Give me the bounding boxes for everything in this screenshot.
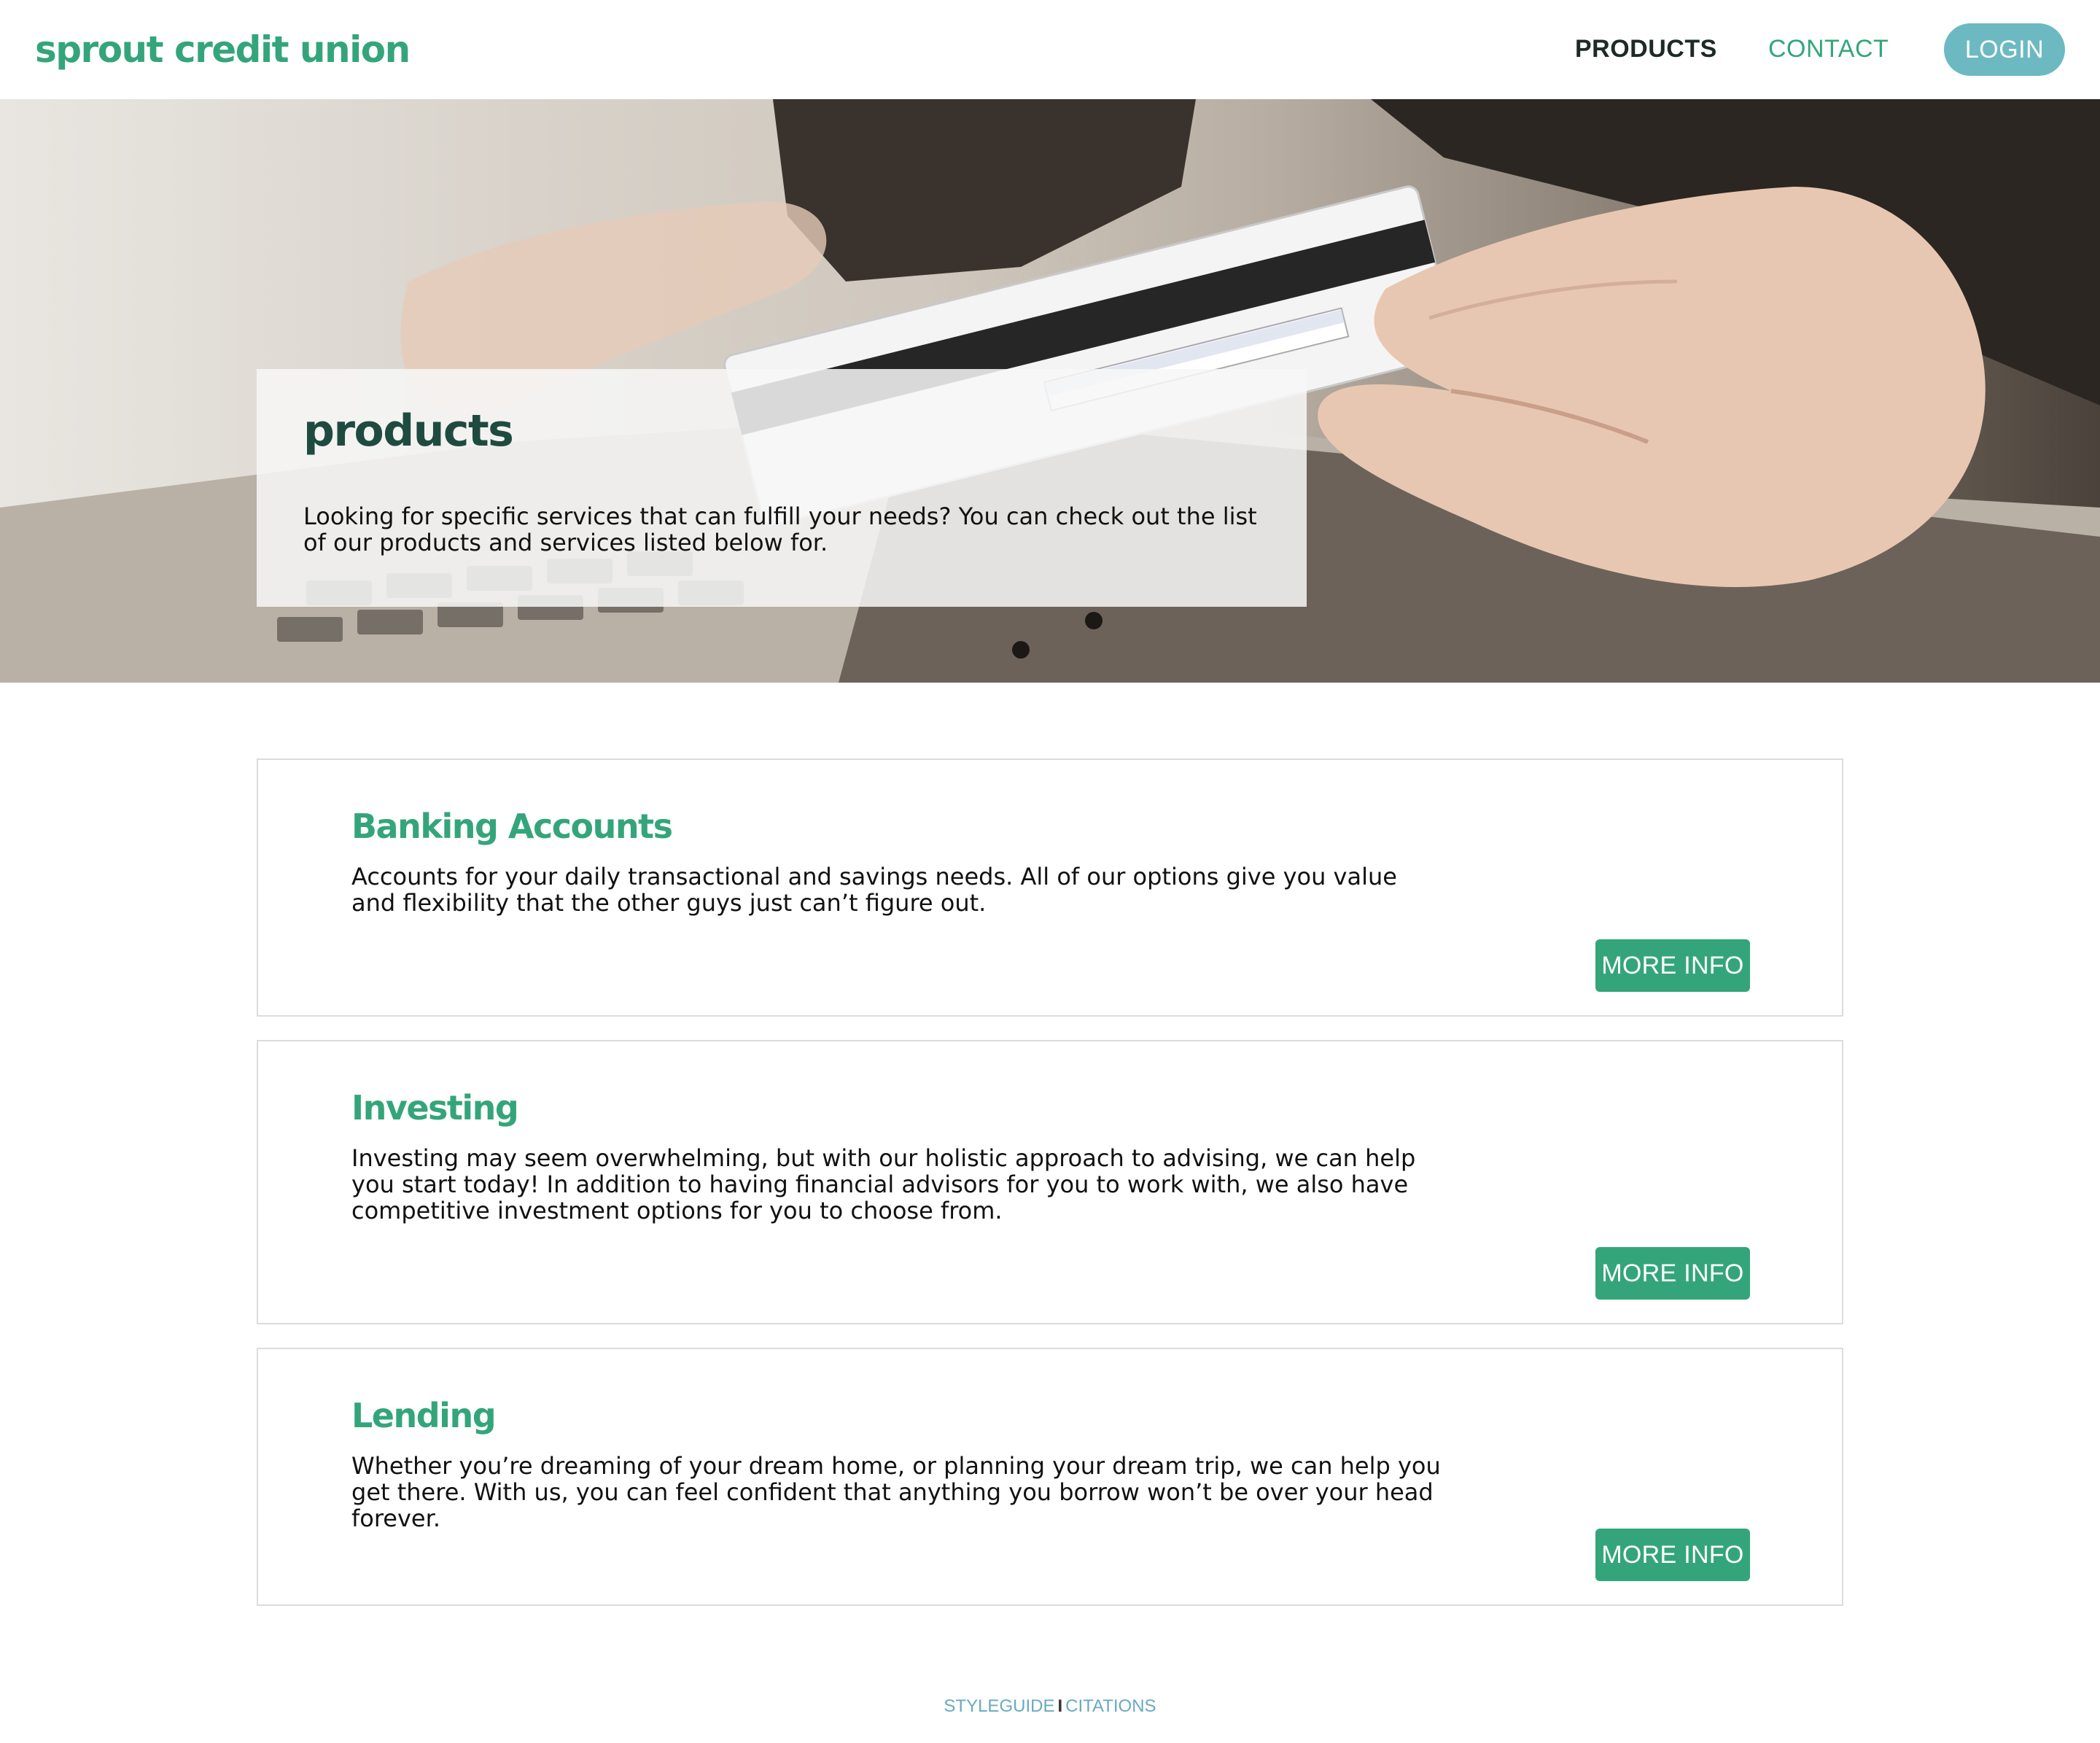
citations-link[interactable]: CITATIONS (1065, 1696, 1156, 1716)
product-title: Investing (351, 1088, 519, 1127)
product-card-investing: Investing Investing may seem overwhelmin… (257, 1040, 1843, 1324)
site-header: sprout credit union PRODUCTS CONTACT LOG… (0, 0, 2100, 99)
footer-separator: I (1057, 1696, 1063, 1716)
product-description: Investing may seem overwhelming, but wit… (351, 1144, 1416, 1224)
more-info-button[interactable]: MORE INFO (1595, 1529, 1750, 1581)
product-description: Whether you’re dreaming of your dream ho… (351, 1452, 1441, 1532)
page-title: products (303, 405, 514, 457)
product-card-banking: Banking Accounts Accounts for your daily… (257, 758, 1843, 1017)
site-footer: STYLEGUIDE I CITATIONS (0, 1692, 2100, 1721)
login-button[interactable]: LOGIN (1944, 23, 2065, 76)
hero-banner: products Looking for specific services t… (0, 99, 2100, 683)
nav-products-link[interactable]: PRODUCTS (1575, 29, 1717, 69)
product-card-lending: Lending Whether you’re dreaming of your … (257, 1348, 1843, 1606)
styleguide-link[interactable]: STYLEGUIDE (944, 1696, 1054, 1716)
hero-description: Looking for specific services that can f… (303, 502, 1257, 556)
product-description: Accounts for your daily transactional an… (351, 863, 1397, 917)
more-info-button[interactable]: MORE INFO (1595, 1247, 1750, 1300)
product-title: Banking Accounts (351, 807, 673, 846)
product-title: Lending (351, 1396, 497, 1435)
hero-intro-panel: products Looking for specific services t… (257, 369, 1307, 607)
more-info-button[interactable]: MORE INFO (1595, 939, 1750, 992)
nav-contact-link[interactable]: CONTACT (1768, 29, 1889, 69)
brand-logo[interactable]: sprout credit union (35, 22, 411, 77)
